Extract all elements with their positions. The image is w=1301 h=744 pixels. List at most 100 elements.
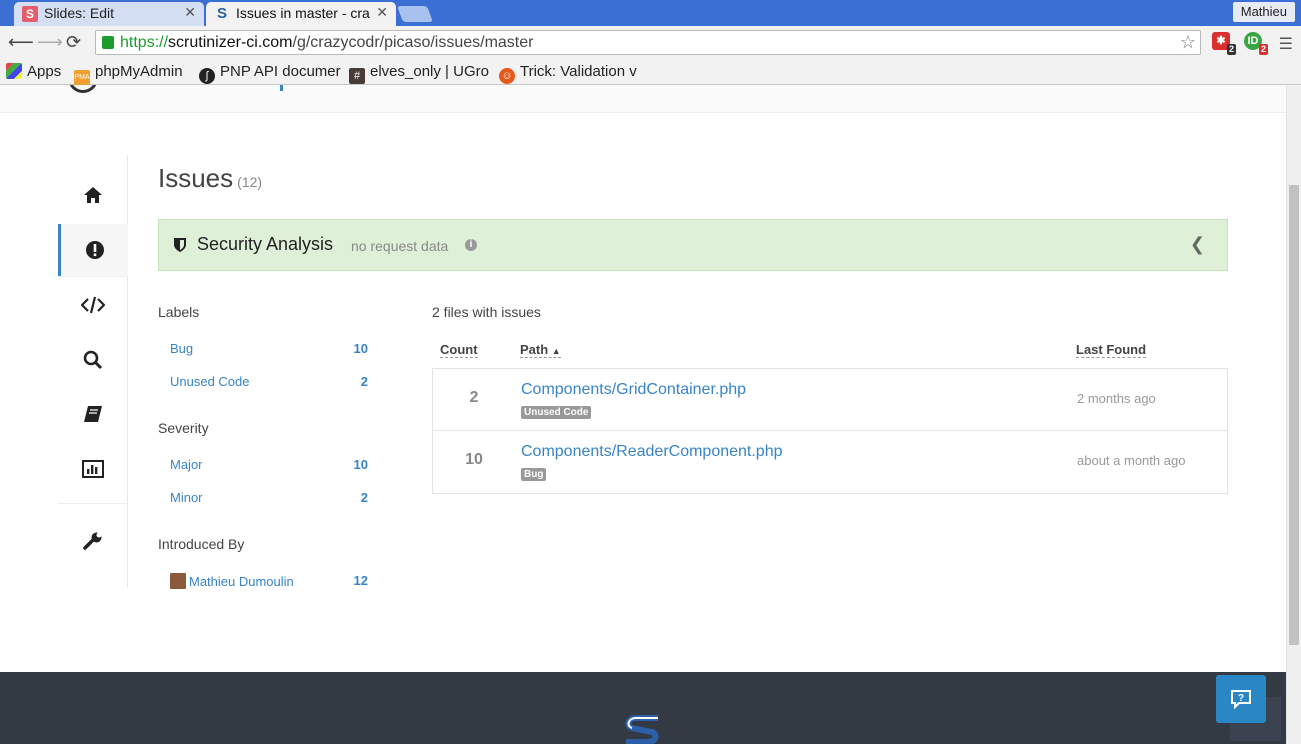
bar-chart-icon: [82, 460, 104, 478]
forward-arrow-icon[interactable]: ⟶: [37, 32, 63, 52]
issue-count-cell: 10: [465, 451, 483, 468]
filter-heading-introduced-by: Introduced By: [158, 536, 245, 552]
nav-search[interactable]: [58, 334, 128, 386]
filter-heading-labels: Labels: [158, 304, 200, 320]
back-arrow-icon[interactable]: ⟵: [8, 32, 34, 52]
nav-documentation[interactable]: [58, 388, 128, 440]
site-footer: [0, 672, 1286, 744]
security-analysis-title: Security Analysis: [197, 234, 334, 254]
issues-table: 2 Components/GridContainer.php Unused Co…: [432, 368, 1228, 494]
nav-settings[interactable]: [58, 515, 128, 567]
table-row: 2 Components/GridContainer.php Unused Co…: [433, 369, 1227, 431]
column-header-path[interactable]: Path ▲: [520, 342, 561, 358]
url-host: scrutinizer-ci.com: [168, 34, 293, 51]
bookmark-elves-only[interactable]: # elves_only | UGro: [349, 62, 489, 84]
label-tag: Bug: [521, 468, 547, 481]
bookmark-apps[interactable]: Apps: [6, 62, 66, 82]
header-divider: [280, 85, 283, 91]
search-icon: [83, 350, 103, 370]
filter-item-unused-code[interactable]: Unused Code 2: [170, 374, 368, 389]
url-scheme: https://: [120, 34, 169, 51]
new-tab-button[interactable]: [397, 6, 433, 22]
bookmark-phpmyadmin[interactable]: PMA phpMyAdmin: [74, 62, 192, 86]
filter-count: 2: [360, 490, 368, 505]
bookmark-star-icon[interactable]: ☆: [1180, 31, 1196, 54]
issue-count: (12): [237, 174, 263, 190]
filter-count: 12: [353, 573, 368, 588]
scrutinizer-favicon-icon: S: [216, 5, 227, 22]
bookmarks-bar: Apps PMA phpMyAdmin ʃ PNP API documer # elv…: [0, 59, 1301, 86]
scrutinizer-logo-icon: [625, 715, 659, 744]
phpmyadmin-icon: PMA: [74, 70, 90, 86]
profile-button[interactable]: Mathieu: [1232, 2, 1295, 22]
security-analysis-note: no request data: [351, 238, 449, 254]
nav-code[interactable]: [58, 279, 128, 331]
filter-item-bug[interactable]: Bug 10: [170, 341, 368, 356]
reload-icon[interactable]: ⟳: [66, 32, 81, 52]
symfony-icon: ʃ: [199, 68, 215, 84]
slides-favicon-icon: S: [22, 6, 38, 22]
nav-statistics[interactable]: [58, 443, 128, 495]
close-tab-icon[interactable]: ✕: [184, 4, 196, 21]
tab-strip: S Slides: Edit ✕ S Issues in master - cr…: [0, 0, 1301, 26]
file-path-link[interactable]: Components/GridContainer.php: [521, 381, 746, 399]
home-icon: [84, 187, 102, 203]
scrollbar-thumb[interactable]: [1289, 185, 1299, 645]
address-bar[interactable]: https://scrutinizer-ci.com/g/crazycodr/p…: [95, 30, 1201, 55]
site-logo-icon: [68, 85, 98, 93]
tab-label: Slides: Edit: [44, 5, 115, 21]
nav-issues[interactable]: [58, 224, 128, 276]
lock-icon: [102, 36, 114, 49]
last-found-cell: about a month ago: [1077, 453, 1186, 468]
table-row: 10 Components/ReaderComponent.php Bug ab…: [433, 431, 1227, 493]
chrome-menu-icon[interactable]: ☰: [1279, 34, 1293, 54]
extension-badge: 2: [1258, 44, 1268, 55]
tab-label: Issues in master - cra: [236, 5, 370, 21]
filter-item-minor[interactable]: Minor 2: [170, 490, 368, 505]
svg-text:?: ?: [1238, 693, 1244, 704]
page-scrollbar[interactable]: [1286, 85, 1301, 744]
nav-separator: [58, 276, 128, 277]
help-chat-button[interactable]: ?: [1216, 675, 1266, 723]
column-header-count[interactable]: Count: [440, 342, 478, 358]
trick-icon: ☺: [499, 68, 515, 84]
wrench-icon: [83, 532, 102, 550]
nav-home[interactable]: [58, 169, 128, 221]
chat-bubble-icon: ?: [1231, 690, 1251, 709]
filter-count: 10: [353, 341, 368, 356]
info-icon[interactable]: i: [465, 239, 477, 251]
page-content: Issues (12) Security Analysis no request …: [0, 85, 1286, 744]
shield-icon: [174, 238, 186, 252]
apps-grid-icon: [6, 63, 22, 79]
exclamation-circle-icon: [85, 241, 104, 259]
filter-heading-severity: Severity: [158, 420, 209, 436]
site-header-fragment: [0, 85, 1286, 113]
page-title: Issues (12): [158, 163, 263, 193]
chevron-left-icon[interactable]: ❮: [1190, 234, 1205, 255]
column-header-last-found[interactable]: Last Found: [1076, 342, 1147, 358]
tab-slides-edit[interactable]: S Slides: Edit ✕: [14, 2, 204, 26]
nav-separator: [58, 503, 128, 504]
book-icon: [84, 406, 102, 422]
issue-count-cell: 2: [469, 389, 479, 406]
hash-icon: #: [349, 68, 365, 84]
avatar: [170, 573, 186, 589]
browser-toolbar: ⟵ ⟶ ⟳ https://scrutinizer-ci.com/g/crazy…: [0, 26, 1301, 59]
security-analysis-panel[interactable]: Security Analysis no request data i ❮: [158, 219, 1228, 271]
filter-item-major[interactable]: Major 10: [170, 457, 368, 472]
filter-item-author[interactable]: Mathieu Dumoulin 12: [170, 573, 368, 589]
bookmark-trick-validation[interactable]: ☺ Trick: Validation v: [499, 62, 639, 84]
extension-circle-icon[interactable]: ID 2: [1244, 32, 1268, 55]
code-icon: [81, 296, 105, 314]
extension-puzzle-icon[interactable]: ✱ 2: [1212, 32, 1236, 55]
filter-count: 10: [353, 457, 368, 472]
file-path-link[interactable]: Components/ReaderComponent.php: [521, 443, 783, 461]
tab-issues-in-master[interactable]: S Issues in master - cra ✕: [206, 2, 396, 26]
filter-count: 2: [360, 374, 368, 389]
last-found-cell: 2 months ago: [1077, 391, 1156, 406]
url-path: /g/crazycodr/picaso/issues/master: [292, 34, 534, 51]
label-tag: Unused Code: [521, 406, 592, 419]
close-tab-icon[interactable]: ✕: [376, 4, 388, 21]
bookmark-pnp-api[interactable]: ʃ PNP API documer: [199, 62, 341, 84]
extension-badge: 2: [1226, 44, 1236, 55]
